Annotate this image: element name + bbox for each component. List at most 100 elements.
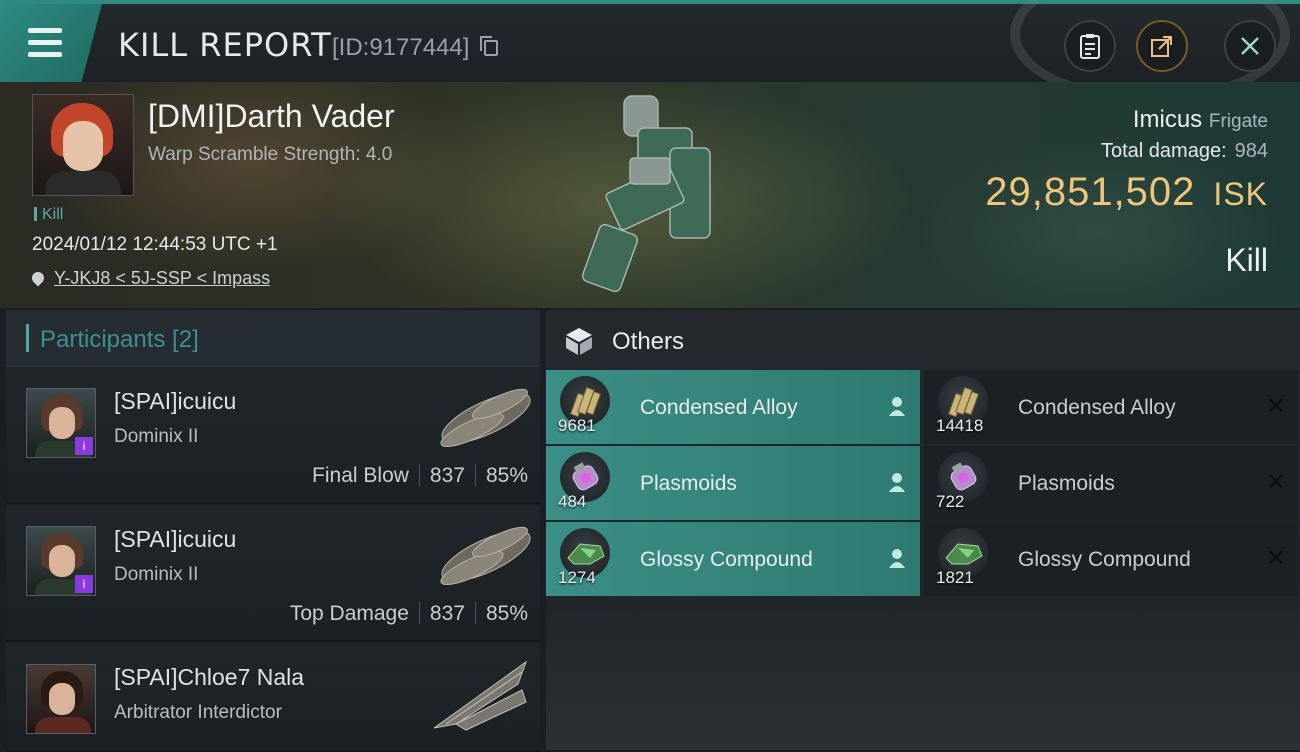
participants-panel: Participants [2] i [SPAI]icuicu Dominix … [6,310,540,752]
destroyed-item[interactable]: 1274 Glossy Compound [546,522,920,596]
participant-ship: Dominix II [114,426,199,447]
separator [474,464,476,486]
avatar-face [49,683,75,715]
participant-ship: Dominix II [114,564,199,585]
location-pin-icon [29,269,47,287]
warp-scramble-strength: Warp Scramble Strength: 4.0 [148,144,393,165]
others-title: Others [612,328,685,355]
ship-class: Frigate [1208,111,1268,132]
menu-button[interactable] [0,4,102,82]
participant-row[interactable]: i [SPAI]icuicu Dominix II Final Blow 837 8… [6,368,540,504]
participant-avatar[interactable]: i [26,526,96,596]
participant-name: [SPAI]icuicu [114,388,237,414]
participants-title: Participants [2] [40,326,199,353]
others-panel: Others 9681 Condensed Alloy 484 Plasmoid… [546,310,1300,750]
participant-percent: 85% [485,464,528,487]
ship-name[interactable]: Imicus [1133,106,1202,133]
close-icon [1241,37,1259,55]
participant-role: Final Blow [312,464,409,487]
item-quantity: 1821 [936,568,974,587]
top-bar: KILL REPORT [ID:9177444] [0,0,1300,104]
dropped-item[interactable]: 14418 Condensed Alloy ✕ [924,370,1298,444]
total-damage: Total damage: 984 [1101,140,1268,163]
item-name: Glossy Compound [1018,548,1191,571]
clipboard-button[interactable] [1064,20,1116,72]
total-damage-value: 984 [1234,140,1268,162]
item-quantity: 484 [558,492,587,511]
victim-ship-type: Imicus Frigate [1133,106,1268,134]
item-name: Condensed Alloy [1018,396,1176,419]
participants-header: Participants [2] [6,310,540,367]
participant-row[interactable]: i [SPAI]icuicu Dominix II Top Damage 837 8… [6,506,540,642]
clipboard-icon [1080,34,1100,59]
item-name: Plasmoids [640,472,737,495]
person-icon [889,397,905,416]
item-quantity: 1274 [558,568,596,587]
header-accent-bar [26,324,29,352]
destroyed-item[interactable]: 9681 Condensed Alloy [546,370,920,444]
separator [474,602,476,624]
participant-name: [SPAI]icuicu [114,526,237,552]
participant-avatar[interactable] [26,664,96,734]
total-damage-label: Total damage: [1100,140,1227,162]
participant-stats: Top Damage 837 85% [290,602,528,626]
participant-row[interactable]: [SPAI]Chloe7 Nala Arbitrator Interdictor [6,644,540,752]
separator [418,464,420,486]
destroyed-item[interactable]: 484 Plasmoids [546,446,920,520]
kill-location[interactable]: Y-JKJ8 < 5J-SSP < Impass [29,268,270,289]
info-badge-icon: i [75,575,93,593]
close-icon: ✕ [1265,469,1286,496]
kill-datetime: 2024/01/12 12:44:53 UTC +1 [32,234,278,255]
item-name: Glossy Compound [640,548,813,571]
participant-role: Top Damage [289,602,409,625]
avatar-body [35,717,91,733]
dropped-item[interactable]: 1821 Glossy Compound ✕ [924,522,1298,596]
item-quantity: 9681 [558,416,596,435]
dominix-ship-image [440,526,531,586]
victim-name[interactable]: [DMI]Darth Vader [148,98,395,135]
participant-avatar[interactable]: i [26,388,96,458]
person-icon [889,549,905,568]
participant-stats: Final Blow 837 85% [312,464,528,488]
share-icon [1151,36,1172,57]
victim-portrait[interactable] [32,94,134,196]
page-title: KILL REPORT [118,26,332,64]
menu-icon-line [28,40,62,45]
victim-ship-image [581,95,711,293]
separator [418,602,420,624]
participant-percent: 85% [485,602,528,625]
portrait-face [63,121,103,171]
avatar-face [49,545,75,577]
isk-value: 29,851,502 ISK [985,170,1268,215]
portrait-body [45,171,121,195]
victim-summary: [DMI]Darth Vader Warp Scramble Strength:… [0,82,1300,308]
participant-name: [SPAI]Chloe7 Nala [114,664,305,690]
kill-result: Kill [1225,242,1268,278]
avatar-face [49,407,75,439]
location-link[interactable]: Y-JKJ8 < 5J-SSP < Impass [54,268,270,288]
menu-icon [28,28,62,33]
item-quantity: 14418 [936,416,984,435]
cube-icon [566,328,592,355]
copy-icon[interactable] [480,36,498,56]
item-name: Condensed Alloy [640,396,798,419]
item-name: Plasmoids [1018,472,1115,495]
participant-damage: 837 [429,602,465,625]
isk-amount: 29,851,502 [985,170,1196,214]
close-icon: ✕ [1265,393,1286,420]
dominix-ship-image [440,388,531,448]
person-icon [889,473,905,492]
menu-icon-line [28,52,62,57]
close-button[interactable] [1224,20,1276,72]
participant-damage: 837 [429,464,465,487]
arbitrator-ship-image [433,660,528,731]
report-id: [ID:9177444] [332,34,470,61]
dropped-item[interactable]: 722 Plasmoids ✕ [924,446,1298,520]
others-header: Others [546,310,1300,368]
share-button[interactable] [1136,20,1188,72]
info-badge-icon: i [75,437,93,455]
close-icon: ✕ [1265,545,1286,572]
kill-tag: Kill [34,206,63,224]
participant-ship: Arbitrator Interdictor [114,702,282,723]
isk-unit: ISK [1213,176,1268,212]
